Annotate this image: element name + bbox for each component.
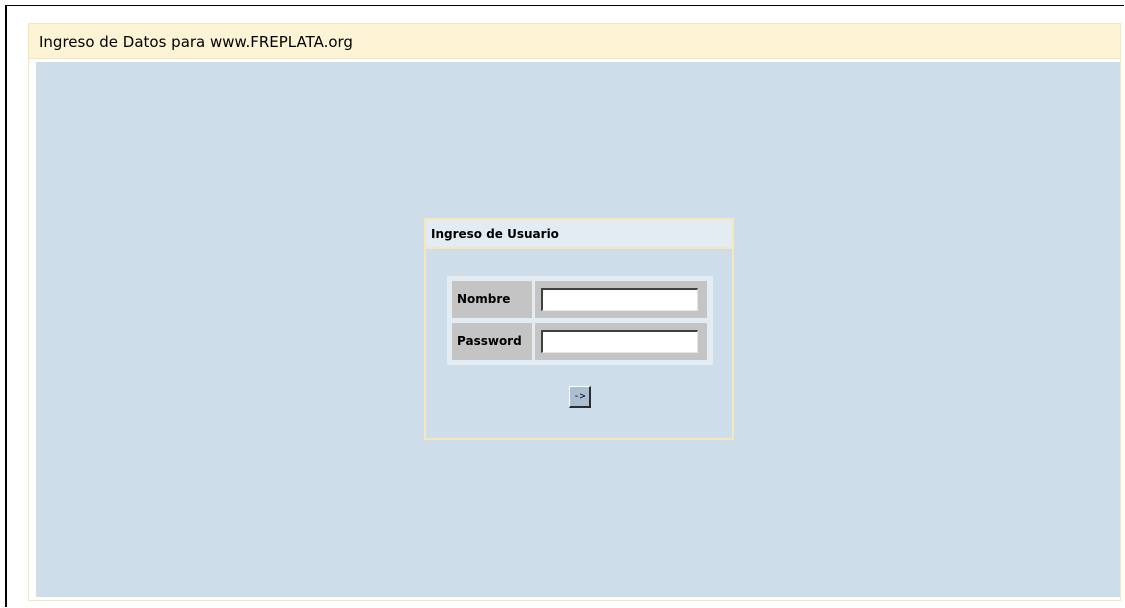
password-input-cell [535,323,707,360]
page-header: Ingreso de Datos para www.FREPLATA.org [29,24,1120,59]
main-panel: Ingreso de Datos para www.FREPLATA.org I… [28,23,1121,601]
page-title: Ingreso de Datos para www.FREPLATA.org [39,33,353,51]
password-label: Password [457,334,522,348]
nombre-label-cell: Nombre [452,281,532,318]
login-title: Ingreso de Usuario [431,227,559,241]
password-input[interactable] [541,330,698,353]
page-frame: Ingreso de Datos para www.FREPLATA.org I… [5,5,1124,607]
login-box: Ingreso de Usuario Nombre Password -> [424,218,734,440]
nombre-input[interactable] [541,288,698,311]
submit-button[interactable]: -> [569,386,591,408]
login-form: Nombre Password [447,276,713,365]
login-header: Ingreso de Usuario [426,220,732,249]
nombre-input-cell [535,281,707,318]
password-label-cell: Password [452,323,532,360]
nombre-label: Nombre [457,292,511,306]
content-area: Ingreso de Usuario Nombre Password -> [36,62,1120,597]
